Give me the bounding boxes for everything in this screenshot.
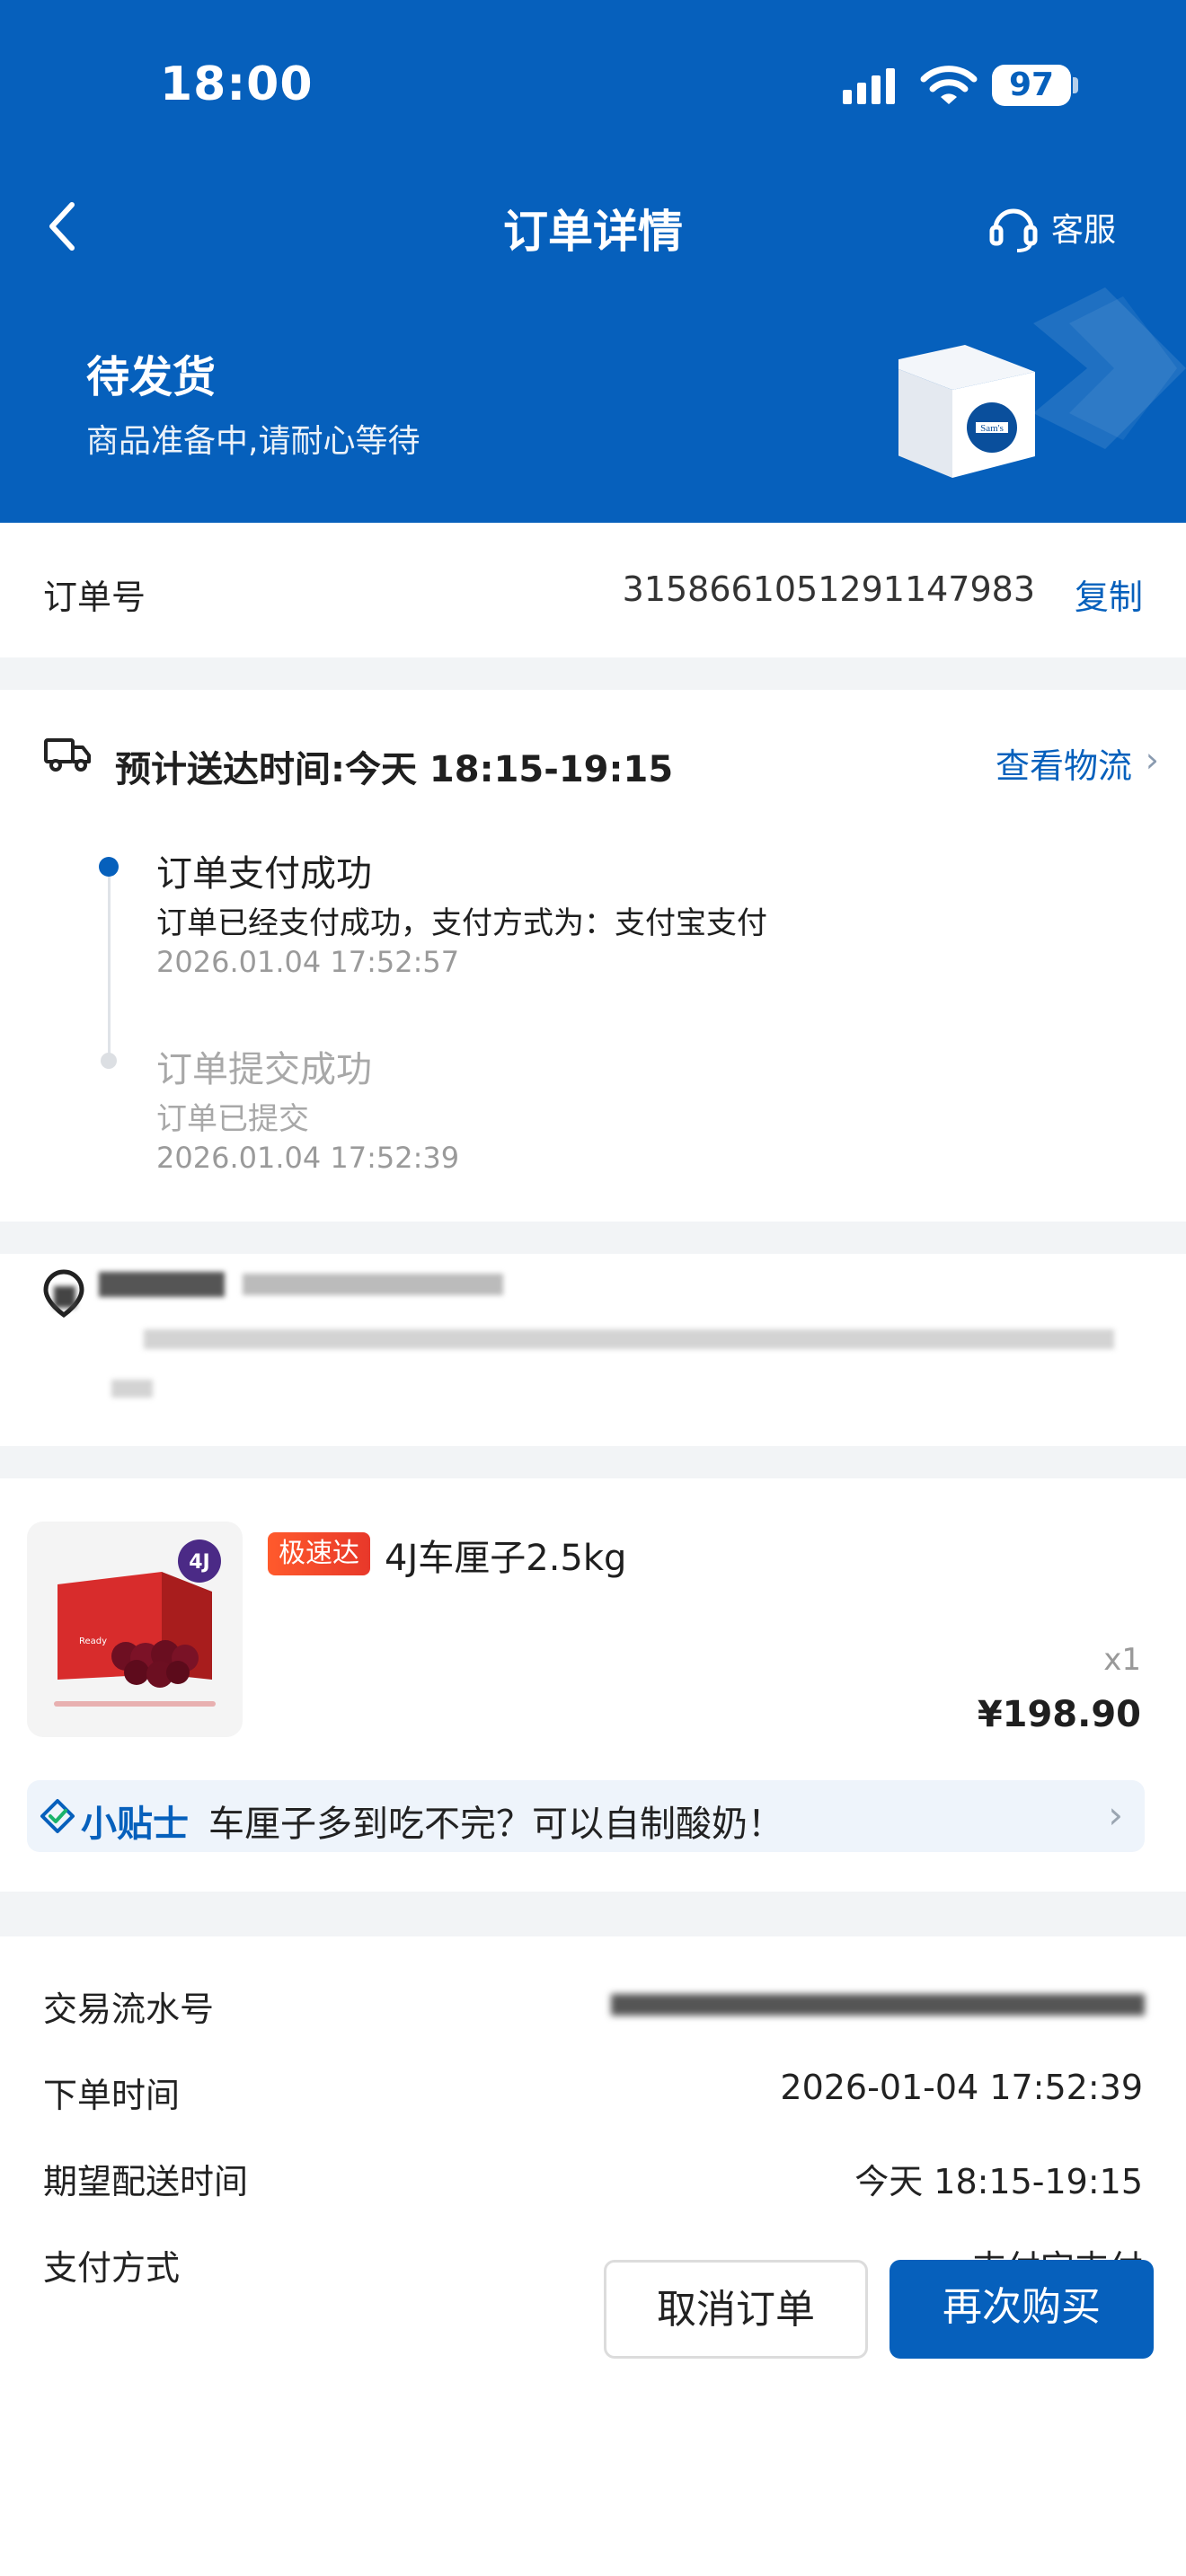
product-card: Ready 4J 极速达 4J车厘子2.5kg x1 ¥198.90 小贴士 车… (0, 1478, 1186, 1892)
order-number-row: 订单号 3158661051291147983 复制 (0, 523, 1186, 657)
order-number-label: 订单号 (43, 578, 146, 617)
timeline-event-title: 订单提交成功 (156, 1049, 372, 1090)
view-logistics-link[interactable]: 查看物流 (996, 738, 1132, 788)
order-number-value: 3158661051291147983 (622, 569, 1035, 609)
redacted-address (144, 1329, 1114, 1349)
package-box-illustration: Sam's (898, 287, 1186, 478)
order-header: 18:00 97 订单详情 客服 待发货 商品准备中,请耐心等待 Sam's (0, 0, 1186, 523)
timeline-line (108, 866, 111, 1060)
redacted-recipient (99, 1272, 225, 1297)
info-label: 下单时间 (43, 2076, 181, 2115)
product-quantity: x1 (1103, 1642, 1141, 1678)
tips-label: 小贴士 (81, 1804, 189, 1845)
box-label: Ready (79, 1636, 107, 1646)
info-row-expected-delivery: 期望配送时间 今天 18:15-19:15 (0, 2154, 1186, 2208)
redacted-recipient (243, 1274, 503, 1295)
info-label: 交易流水号 (43, 1989, 215, 2029)
info-value: 今天 18:15-19:15 (854, 2162, 1143, 2201)
tips-text: 车厘子多到吃不完？可以自制酸奶！ (208, 1804, 783, 1845)
timeline-event-time: 2026.01.04 17:52:57 (156, 945, 460, 979)
info-row-order-time: 下单时间 2026-01-04 17:52:39 (0, 2068, 1186, 2122)
product-price: ¥198.90 (977, 1694, 1141, 1735)
timeline-event-title: 订单支付成功 (156, 853, 372, 895)
headset-icon (989, 208, 1038, 252)
tips-banner[interactable]: 小贴士 车厘子多到吃不完？可以自制酸奶！ › (27, 1780, 1145, 1852)
info-value: 2026-01-04 17:52:39 (780, 2068, 1143, 2107)
cherry-box-image: Ready 4J (54, 1539, 221, 1707)
product-thumbnail[interactable]: Ready 4J (27, 1522, 243, 1737)
product-name[interactable]: 4J车厘子2.5kg (385, 1529, 626, 1581)
redacted-transaction-id (611, 1994, 1145, 2016)
truck-icon (44, 738, 91, 772)
status-time: 18:00 (160, 57, 314, 111)
cellular-signal-icon (843, 68, 895, 104)
info-row-transaction-id: 交易流水号 (0, 1981, 1186, 2035)
express-delivery-tag: 极速达 (268, 1532, 370, 1575)
battery-indicator: 97 (992, 65, 1071, 106)
chevron-right-icon[interactable]: › (1146, 740, 1159, 780)
timeline-event-time: 2026.01.04 17:52:39 (156, 1141, 460, 1175)
wifi-icon (920, 66, 978, 104)
copy-order-number-button[interactable]: 复制 (1075, 569, 1143, 619)
order-status-subtitle: 商品准备中,请耐心等待 (86, 423, 420, 460)
order-info-card: 交易流水号 下单时间 2026-01-04 17:52:39 期望配送时间 今天… (0, 1936, 1186, 2576)
box-brand-text: Sam's (980, 423, 1004, 434)
timeline-event-desc: 订单已提交 (156, 1101, 309, 1137)
redacted-recipient (54, 1286, 75, 1308)
redacted-address (111, 1380, 153, 1398)
timeline-event-desc: 订单已经支付成功，支付方式为：支付宝支付 (156, 905, 767, 941)
delivery-address-card[interactable] (0, 1254, 1186, 1446)
customer-service-button[interactable]: 客服 (988, 196, 1116, 259)
order-status-title: 待发货 (86, 352, 217, 402)
customer-service-label: 客服 (1051, 212, 1117, 249)
cancel-order-button[interactable]: 取消订单 (604, 2260, 868, 2359)
battery-tip (1073, 77, 1078, 93)
chevron-right-icon: › (1108, 1793, 1123, 1837)
timeline-dot-active (99, 857, 119, 877)
info-label: 支付方式 (43, 2248, 181, 2288)
estimated-delivery-time: 预计送达时间:今天 18:15-19:15 (115, 749, 674, 790)
logistics-card: 预计送达时间:今天 18:15-19:15 查看物流 › 订单支付成功 订单已经… (0, 690, 1186, 1222)
thumb-badge: 4J (189, 1551, 210, 1574)
timeline-dot (101, 1053, 117, 1069)
tips-check-icon (40, 1799, 75, 1833)
buy-again-button[interactable]: 再次购买 (890, 2260, 1154, 2359)
info-label: 期望配送时间 (43, 2162, 249, 2201)
